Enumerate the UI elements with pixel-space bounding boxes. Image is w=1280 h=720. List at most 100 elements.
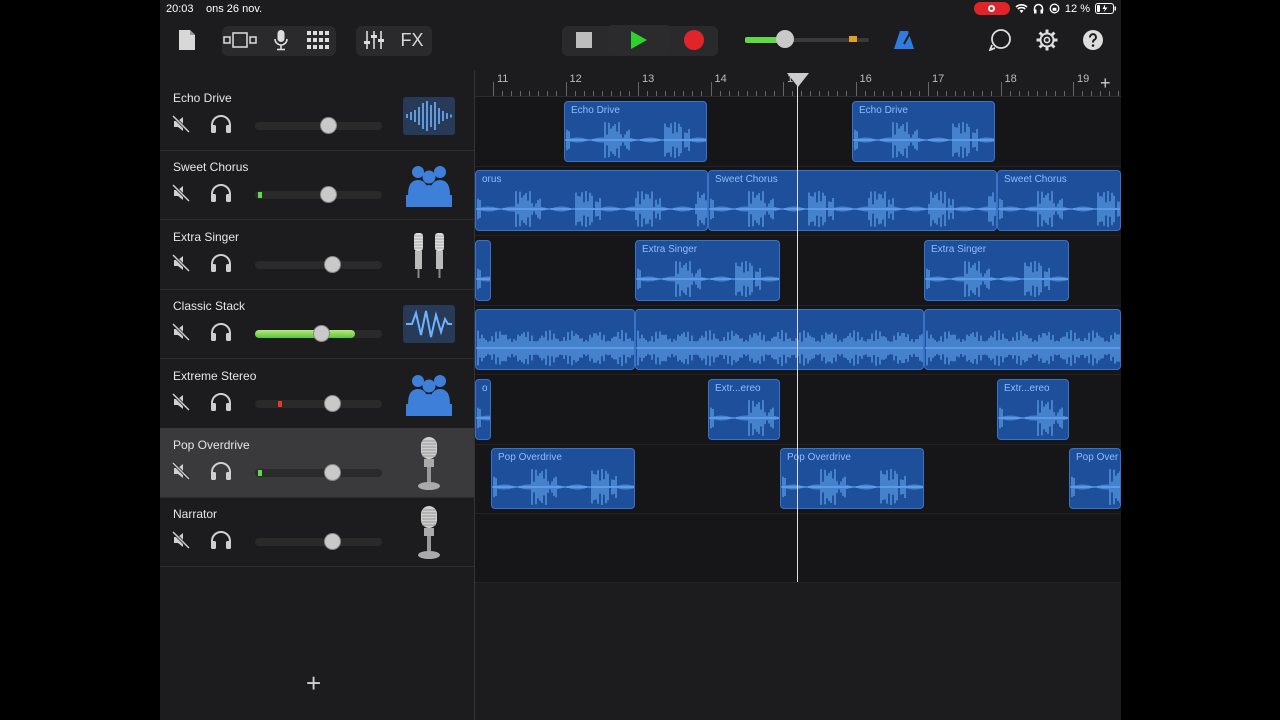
audio-region[interactable] — [475, 309, 635, 371]
fader-knob[interactable] — [324, 255, 341, 273]
audio-region[interactable]: Sweet Chorus — [997, 170, 1121, 232]
ruler-tick — [973, 91, 975, 96]
solo-button[interactable] — [210, 531, 232, 550]
solo-button[interactable] — [210, 184, 232, 203]
track-header[interactable]: Narrator — [160, 497, 474, 568]
help-button[interactable] — [1078, 25, 1108, 55]
master-volume-slider[interactable] — [744, 25, 870, 55]
solo-button[interactable] — [210, 253, 232, 272]
settings-button[interactable] — [1032, 25, 1062, 55]
track-header[interactable]: Pop Overdrive — [160, 428, 474, 498]
fader-knob[interactable] — [320, 186, 337, 204]
ruler-tick — [656, 91, 658, 96]
audio-recorder-button[interactable] — [268, 25, 294, 55]
add-section-button[interactable]: + — [1100, 73, 1111, 94]
live-loops-button[interactable] — [304, 25, 332, 55]
fader-knob[interactable] — [324, 464, 341, 481]
view-toggle-button[interactable] — [222, 25, 258, 55]
microphones-icon[interactable] — [402, 231, 456, 279]
volume-fader[interactable] — [255, 394, 382, 412]
track-header[interactable]: Extra Singer — [160, 220, 474, 290]
level-meter — [258, 470, 262, 476]
grid-icon — [307, 31, 329, 49]
track-lane[interactable] — [475, 305, 1121, 376]
ruler-tick — [592, 91, 594, 96]
mute-button[interactable] — [171, 392, 191, 411]
solo-button[interactable] — [210, 323, 232, 342]
metronome-button[interactable] — [890, 25, 918, 55]
volume-fader[interactable] — [255, 186, 382, 204]
region-label: Pop Overdrive — [498, 452, 562, 463]
fader-knob[interactable] — [313, 325, 330, 343]
fx-button[interactable]: FX — [396, 25, 428, 55]
solo-button[interactable] — [210, 462, 232, 480]
volume-fader[interactable] — [255, 325, 382, 343]
fader-knob[interactable] — [324, 533, 341, 551]
track-lane[interactable]: Echo Drive Echo Drive — [475, 97, 1121, 167]
audio-region[interactable]: Extra Singer — [924, 239, 1069, 301]
track-lane[interactable]: o Extr...ereo Extr...ereo — [475, 375, 1121, 445]
audio-region[interactable] — [475, 239, 491, 301]
ruler-tick — [1118, 91, 1120, 96]
solo-button[interactable] — [210, 392, 232, 411]
ruler-tick — [1063, 91, 1065, 96]
audio-region[interactable]: Pop Overdrive — [780, 448, 924, 509]
microphone-icon[interactable] — [402, 506, 456, 560]
audio-region[interactable]: Echo Drive — [852, 101, 995, 162]
track-lane[interactable] — [475, 513, 1121, 584]
audio-region[interactable]: o — [475, 378, 491, 440]
my-songs-button[interactable] — [174, 25, 200, 55]
playhead-handle[interactable] — [787, 73, 809, 87]
audio-region[interactable]: Extr...ereo — [997, 378, 1069, 440]
mute-button[interactable] — [171, 184, 191, 203]
audio-region[interactable] — [635, 309, 924, 371]
waveform-icon[interactable] — [402, 92, 456, 140]
volume-fader[interactable] — [255, 255, 382, 273]
ruler-tick — [1045, 91, 1047, 96]
solo-button[interactable] — [210, 115, 232, 133]
track-lane[interactable]: Pop Overdrive Pop Overdrive Pop Over — [475, 444, 1121, 514]
master-volume-knob[interactable] — [776, 30, 794, 48]
microphone-icon[interactable] — [402, 437, 456, 490]
audio-region[interactable]: Echo Drive — [564, 101, 707, 162]
loop-browser-button[interactable] — [986, 25, 1016, 55]
ruler-tick — [1018, 91, 1020, 96]
track-header[interactable]: Echo Drive — [160, 81, 474, 151]
mute-button[interactable] — [171, 531, 191, 550]
mute-button[interactable] — [171, 461, 191, 481]
track-lane[interactable]: orus Sweet Chorus Sweet Chorus — [475, 166, 1121, 237]
track-header[interactable]: Extreme Stereo — [160, 359, 474, 429]
mute-button[interactable] — [171, 253, 191, 272]
audio-region[interactable]: Pop Over — [1069, 448, 1121, 509]
volume-fader[interactable] — [255, 117, 382, 134]
ruler-tick — [511, 91, 513, 96]
play-button[interactable] — [608, 25, 670, 55]
track-lanes[interactable]: Echo Drive Echo Drive orus Sweet Chorus Swee… — [475, 97, 1121, 584]
ruler-tick — [846, 91, 848, 96]
track-lane[interactable]: Extra Singer Extra Singer — [475, 236, 1121, 306]
ruler-tick — [918, 91, 920, 96]
choir-icon[interactable] — [402, 370, 456, 418]
audio-region[interactable]: Extra Singer — [635, 239, 780, 301]
audio-region[interactable]: Extr...ereo — [708, 378, 780, 440]
volume-fader[interactable] — [255, 464, 382, 481]
track-header[interactable]: Classic Stack — [160, 289, 474, 360]
mute-button[interactable] — [171, 114, 191, 134]
waveform-zigzag-icon[interactable] — [402, 300, 456, 348]
choir-icon[interactable] — [402, 161, 456, 209]
ruler-tick — [520, 91, 522, 96]
record-button[interactable] — [676, 25, 712, 55]
audio-region[interactable]: Pop Overdrive — [491, 448, 635, 509]
ruler-tick — [792, 91, 794, 96]
volume-fader[interactable] — [255, 533, 382, 551]
audio-region[interactable] — [924, 309, 1121, 371]
audio-region[interactable]: orus — [475, 170, 708, 232]
fader-knob[interactable] — [320, 117, 337, 134]
track-header[interactable]: Sweet Chorus — [160, 150, 474, 221]
mute-button[interactable] — [171, 323, 191, 342]
stop-button[interactable] — [566, 25, 602, 55]
fader-knob[interactable] — [324, 394, 341, 412]
mixer-button[interactable] — [360, 25, 388, 55]
audio-region[interactable]: Sweet Chorus — [708, 170, 997, 232]
add-track-button[interactable]: + — [306, 668, 321, 699]
